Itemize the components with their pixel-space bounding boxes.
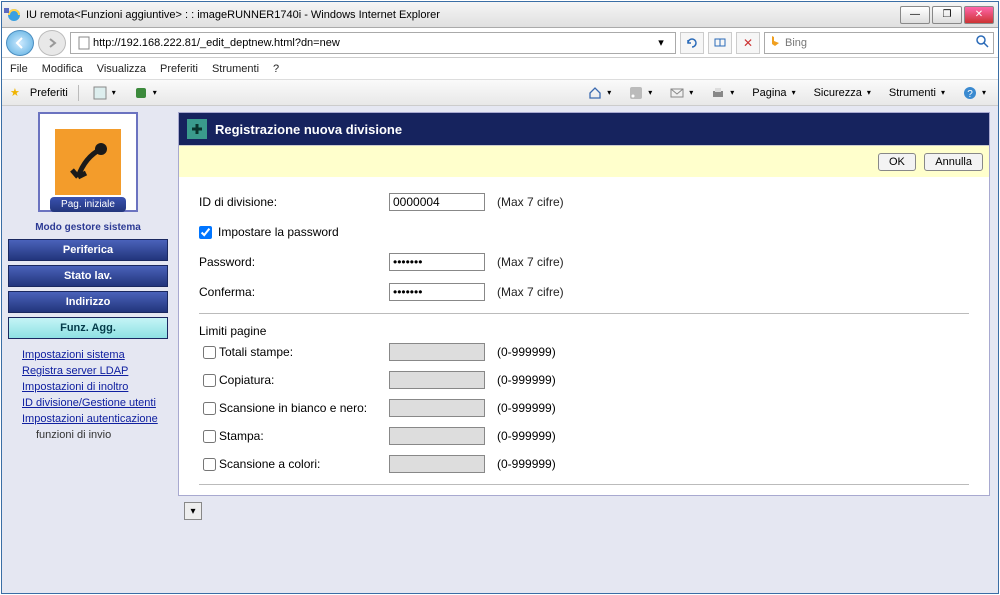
scan-bn-checkbox[interactable]	[203, 402, 216, 415]
menu-visualizza[interactable]: Visualizza	[97, 63, 146, 75]
nav-periferica[interactable]: Periferica	[8, 239, 168, 261]
password-hint: (Max 7 cifre)	[497, 255, 564, 269]
panel-title: Registrazione nuova divisione	[215, 122, 402, 137]
search-icon[interactable]	[975, 34, 989, 51]
menu-modifica[interactable]: Modifica	[42, 63, 83, 75]
svg-text:?: ?	[967, 89, 973, 100]
nav-indirizzo[interactable]: Indirizzo	[8, 291, 168, 313]
cancel-button[interactable]: Annulla	[924, 153, 983, 171]
limiti-pagine-label: Limiti pagine	[199, 324, 969, 338]
home-tile-label: Pag. iniziale	[50, 197, 126, 212]
favorites-bar: ★ Preferiti ▾ ▾ ▾ ▾ ▾ ▾ Pagina▾ Sicurezz…	[2, 80, 998, 106]
url-text: http://192.168.222.81/_edit_deptnew.html…	[93, 37, 651, 49]
webslices-button[interactable]: ▾	[130, 84, 161, 102]
password-input[interactable]	[389, 253, 485, 271]
home-tile[interactable]: Pag. iniziale	[38, 112, 138, 212]
copiatura-input[interactable]	[389, 371, 485, 389]
conferma-label: Conferma:	[199, 285, 389, 299]
close-button[interactable]: ✕	[964, 6, 994, 24]
menu-file[interactable]: File	[10, 63, 28, 75]
sidebar-item-impostazioni-inoltro[interactable]: Impostazioni di inoltro	[8, 379, 168, 395]
scan-col-hint: (0-999999)	[497, 457, 556, 471]
scan-bn-hint: (0-999999)	[497, 401, 556, 415]
password-label: Password:	[199, 255, 389, 269]
scan-bn-label: Scansione in bianco e nero:	[219, 401, 389, 415]
stampa-checkbox[interactable]	[203, 430, 216, 443]
stop-button[interactable]: ✕	[736, 32, 760, 54]
page-icon	[75, 34, 93, 52]
mode-label: Modo gestore sistema	[8, 222, 168, 233]
nav-funz-agg[interactable]: Funz. Agg.	[8, 317, 168, 339]
suggested-sites-button[interactable]: ▾	[89, 84, 120, 102]
main-area: Registrazione nuova divisione OK Annulla…	[174, 106, 998, 593]
minimize-button[interactable]: —	[900, 6, 930, 24]
refresh-button[interactable]	[680, 32, 704, 54]
home-toolbar-button[interactable]: ▾	[584, 84, 615, 102]
totali-stampe-hint: (0-999999)	[497, 345, 556, 359]
ok-button[interactable]: OK	[878, 153, 916, 171]
maximize-button[interactable]: ❐	[932, 6, 962, 24]
sidebar-item-impostazioni-autenticazione[interactable]: Impostazioni autenticazione	[8, 411, 168, 427]
scan-col-input[interactable]	[389, 455, 485, 473]
stampa-input[interactable]	[389, 427, 485, 445]
id-hint: (Max 7 cifre)	[497, 195, 564, 209]
menu-strumenti[interactable]: Strumenti	[212, 63, 259, 75]
favorites-star-icon[interactable]: ★	[10, 86, 20, 99]
impostare-password-label: Impostare la password	[218, 225, 339, 239]
window-titlebar: IU remota<Funzioni aggiuntive> : : image…	[2, 2, 998, 28]
menu-help[interactable]: ?	[273, 63, 279, 75]
conferma-input[interactable]	[389, 283, 485, 301]
page-toolbar-button[interactable]: Pagina▾	[748, 85, 799, 101]
stampa-label: Stampa:	[219, 429, 389, 443]
expand-icon[interactable]: ▾	[184, 502, 202, 520]
sidebar-item-id-divisione[interactable]: ID divisione/Gestione utenti	[8, 395, 168, 411]
tools-toolbar-button[interactable]: Strumenti▾	[885, 85, 949, 101]
search-box[interactable]: Bing	[764, 32, 994, 54]
window-title: IU remota<Funzioni aggiuntive> : : image…	[26, 9, 900, 21]
compat-button[interactable]	[708, 32, 732, 54]
url-input[interactable]: http://192.168.222.81/_edit_deptnew.html…	[70, 32, 676, 54]
menu-bar: File Modifica Visualizza Preferiti Strum…	[2, 58, 998, 80]
favorites-label[interactable]: Preferiti	[30, 87, 68, 99]
help-toolbar-button[interactable]: ?▾	[959, 84, 990, 102]
panel-header: Registrazione nuova divisione	[179, 113, 989, 145]
scan-bn-input[interactable]	[389, 399, 485, 417]
nav-stato-lav[interactable]: Stato lav.	[8, 265, 168, 287]
mail-toolbar-button[interactable]: ▾	[666, 84, 697, 102]
address-bar: http://192.168.222.81/_edit_deptnew.html…	[2, 28, 998, 58]
feeds-toolbar-button[interactable]: ▾	[625, 84, 656, 102]
copiatura-hint: (0-999999)	[497, 373, 556, 387]
copiatura-checkbox[interactable]	[203, 374, 216, 387]
print-toolbar-button[interactable]: ▾	[707, 84, 738, 102]
id-divisione-label: ID di divisione:	[199, 195, 389, 209]
new-division-icon	[187, 119, 207, 139]
scan-col-checkbox[interactable]	[203, 458, 216, 471]
totali-stampe-input[interactable]	[389, 343, 485, 361]
id-divisione-input[interactable]	[389, 193, 485, 211]
bing-icon	[769, 35, 781, 50]
menu-preferiti[interactable]: Preferiti	[160, 63, 198, 75]
action-bar: OK Annulla	[179, 145, 989, 177]
totali-stampe-checkbox[interactable]	[203, 346, 216, 359]
stampa-hint: (0-999999)	[497, 429, 556, 443]
sidebar-item-impostazioni-sistema[interactable]: Impostazioni sistema	[8, 347, 168, 363]
sidebar-item-funzioni-invio: funzioni di invio	[22, 427, 168, 443]
impostare-password-checkbox[interactable]	[199, 226, 212, 239]
sidebar: Pag. iniziale Modo gestore sistema Perif…	[2, 106, 174, 593]
copiatura-label: Copiatura:	[219, 373, 389, 387]
forward-button[interactable]	[38, 30, 66, 56]
search-placeholder: Bing	[785, 37, 807, 49]
conferma-hint: (Max 7 cifre)	[497, 285, 564, 299]
security-toolbar-button[interactable]: Sicurezza▾	[810, 85, 875, 101]
back-button[interactable]	[6, 30, 34, 56]
scan-col-label: Scansione a colori:	[219, 457, 389, 471]
url-dropdown-icon[interactable]: ▾	[651, 36, 671, 49]
sidebar-item-registra-server-ldap[interactable]: Registra server LDAP	[8, 363, 168, 379]
totali-stampe-label: Totali stampe:	[219, 345, 389, 359]
